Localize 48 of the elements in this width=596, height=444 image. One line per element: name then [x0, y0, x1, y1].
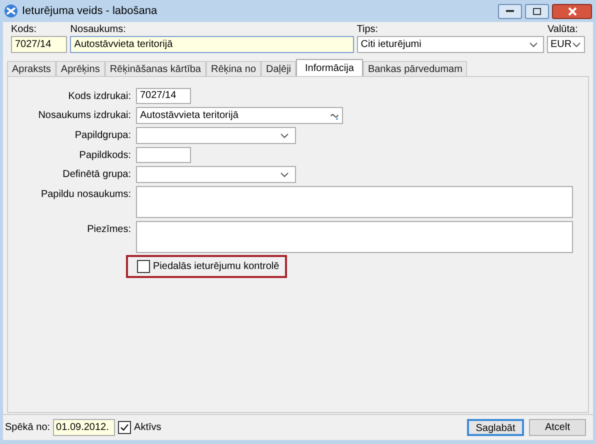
tab[interactable]: Rēķina no [206, 61, 262, 76]
minimize-button[interactable] [498, 4, 522, 18]
field-label: Kods izdrukai: [67, 90, 132, 104]
chevron-down-icon [529, 42, 538, 48]
text-field[interactable]: Autostāvvieta teritorijā [136, 107, 343, 124]
field-label: Nosaukums izdrukai: [37, 109, 132, 123]
app-icon [4, 4, 18, 18]
tab[interactable]: Informācija [296, 59, 363, 76]
field-label: Papildu nosaukums: [40, 188, 132, 202]
chevron-down-icon [280, 172, 289, 178]
dropdown-field[interactable]: EUR [547, 36, 585, 53]
field-label: Papildgrupa: [74, 129, 132, 143]
field-label: Valūta: [547, 23, 579, 36]
field-label: Kods: [11, 23, 38, 36]
field-label: Nosaukums: [70, 23, 127, 36]
save-button[interactable]: Saglabāt [467, 419, 524, 436]
tilde-icon [330, 112, 339, 120]
chevron-down-icon [280, 132, 289, 138]
text-field[interactable]: 7027/14 [136, 88, 191, 104]
tab[interactable]: Aprēķins [56, 61, 105, 76]
close-icon [568, 6, 576, 16]
dropdown-field[interactable]: Citi ieturējumi [356, 36, 544, 53]
checkbox[interactable] [137, 260, 150, 273]
minimize-icon [506, 10, 514, 12]
field-label: Papildkods: [78, 149, 132, 163]
maximize-button[interactable] [525, 4, 549, 18]
dropdown-field[interactable] [136, 166, 296, 183]
text-field[interactable]: Autostāvvieta teritorijā [70, 36, 354, 53]
chevron-down-icon [572, 42, 581, 48]
checkbox-label: Piedalās ieturējumu kontrolē [153, 260, 280, 274]
close-button[interactable] [552, 4, 592, 18]
maximize-icon [533, 8, 541, 14]
field-label: Definētā grupa: [62, 168, 132, 182]
checkbox[interactable] [118, 421, 132, 434]
tab[interactable]: Bankas pārvedumam [362, 61, 468, 76]
checkbox-label: Aktīvs [134, 421, 162, 435]
field-label: Tips: [356, 23, 380, 36]
dropdown-field[interactable] [136, 127, 296, 144]
field-label: Piezīmes: [86, 223, 132, 237]
tab[interactable]: Daļēji [261, 61, 296, 76]
window-title: Ieturējuma veids - labošana [22, 4, 158, 19]
text-field[interactable]: 7027/14 [11, 36, 68, 53]
date-field[interactable]: 01.09.2012. [53, 419, 116, 436]
cancel-button[interactable]: Atcelt [529, 419, 586, 436]
tab[interactable]: Rēķināšanas kārtība [104, 61, 206, 76]
text-field[interactable] [136, 147, 191, 163]
tab[interactable]: Apraksts [7, 61, 56, 76]
field-label: Spēkā no: [5, 421, 50, 435]
